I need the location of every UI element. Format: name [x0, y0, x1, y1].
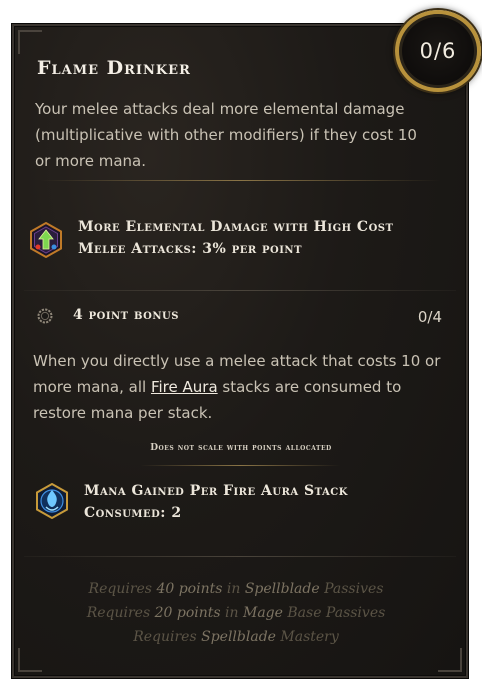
requirements-list: Requires 40 points in Spellblade Passive… [0, 577, 472, 649]
stat-modifier-text: More Elemental Damage with High Cost Mel… [78, 216, 393, 260]
node-description: Your melee attacks deal more elemental d… [35, 100, 417, 170]
req-word: Passives [324, 581, 384, 597]
stat-line: Melee Attacks: 3% per point [78, 241, 303, 257]
bonus-description: When you directly use a melee attack tha… [33, 348, 453, 426]
elemental-arrow-hex-icon [30, 222, 62, 258]
gear-ring-icon [37, 308, 53, 324]
scale-note: Does not scale with points allocated [150, 443, 332, 453]
requirement-line: Requires Spellblade Mastery [0, 625, 472, 649]
section-divider [24, 290, 456, 291]
corner-ornament [18, 648, 42, 672]
req-word: Mastery [280, 629, 339, 645]
points-allocated-badge: 0/6 [395, 10, 481, 92]
req-highlight: Spellblade [201, 629, 276, 645]
section-divider [24, 556, 456, 557]
req-word: Base Passives [287, 605, 386, 621]
bonus-count: 0/4 [417, 308, 442, 326]
section-divider [40, 180, 440, 181]
stat-line: Consumed: 2 [84, 505, 182, 521]
req-highlight: Mage [242, 605, 283, 621]
blue-flame-aura-icon [36, 483, 68, 519]
req-highlight: 20 points [154, 605, 221, 621]
req-word: in [225, 605, 239, 621]
requirement-line: Requires 20 points in Mage Base Passives [0, 601, 472, 625]
corner-ornament [18, 30, 42, 54]
req-word: Requires [133, 629, 197, 645]
points-allocated-value: 0/6 [419, 39, 457, 63]
bonus-stat-text: Mana Gained Per Fire Aura Stack Consumed… [84, 480, 348, 524]
req-word: Requires [86, 605, 151, 621]
bonus-title: 4 point bonus [73, 307, 179, 323]
requirement-line: Requires 40 points in Spellblade Passive… [0, 577, 472, 601]
fire-aura-link[interactable]: Fire Aura [151, 378, 218, 396]
req-word: Requires [88, 581, 152, 597]
req-highlight: 40 points [156, 581, 223, 597]
req-highlight: Spellblade [244, 581, 320, 597]
stat-line: More Elemental Damage with High Cost [78, 219, 394, 235]
scale-divider [140, 465, 340, 466]
req-word: in [226, 581, 241, 597]
node-title: Flame Drinker [37, 57, 191, 79]
stat-line: Mana Gained Per Fire Aura Stack [84, 483, 348, 499]
corner-ornament [438, 648, 462, 672]
